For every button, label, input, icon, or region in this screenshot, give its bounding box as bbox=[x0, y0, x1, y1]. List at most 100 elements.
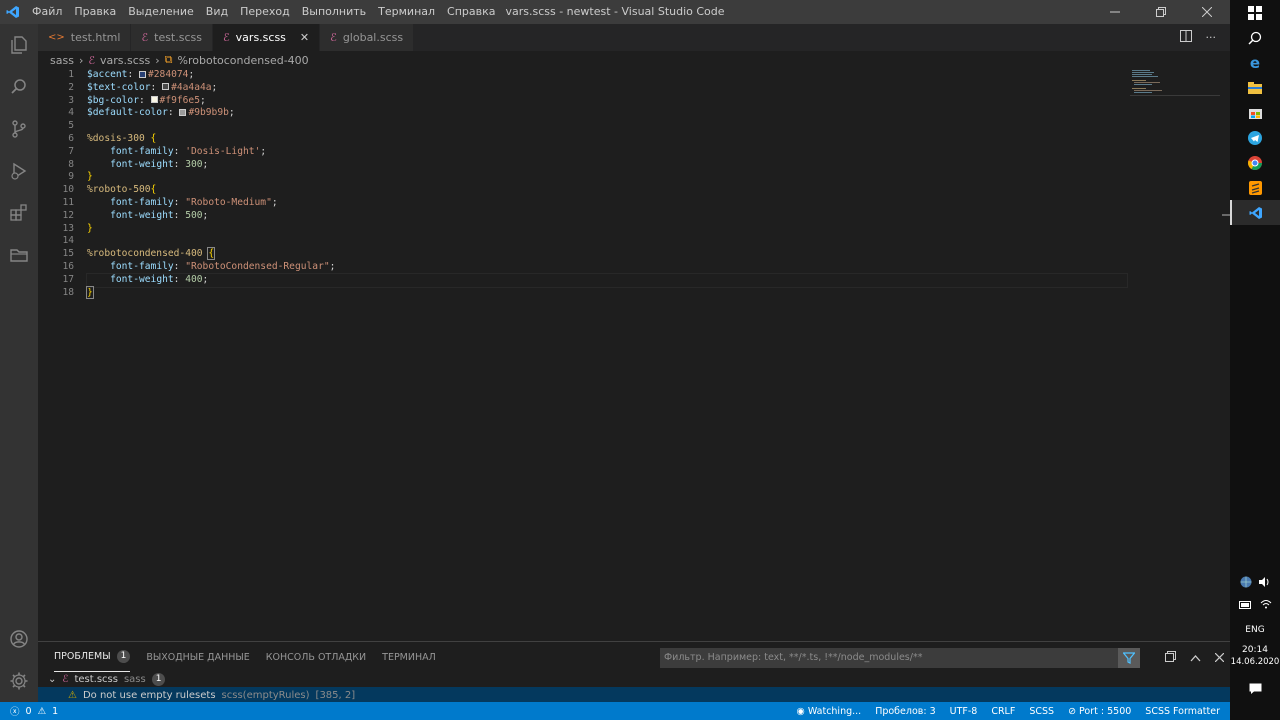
network-globe-icon[interactable] bbox=[1240, 576, 1252, 591]
breadcrumb-file[interactable]: vars.scss bbox=[100, 54, 150, 67]
color-swatch[interactable] bbox=[179, 108, 187, 116]
title-bar: Файл Правка Выделение Вид Переход Выполн… bbox=[0, 0, 1230, 24]
action-center-icon[interactable] bbox=[1230, 676, 1280, 701]
menu-run[interactable]: Выполнить bbox=[296, 0, 372, 24]
line-number: 5 bbox=[68, 120, 74, 132]
more-actions-icon[interactable]: ··· bbox=[1206, 31, 1217, 44]
indentation-status[interactable]: Пробелов: 3 bbox=[875, 706, 935, 717]
sass-file-icon: ℰ bbox=[330, 31, 337, 44]
editor-tabs: <> test.html ℰ test.scss ℰ vars.scss ✕ ℰ… bbox=[38, 24, 1230, 51]
minimize-button[interactable] bbox=[1092, 0, 1138, 24]
line-number: 15 bbox=[62, 248, 74, 260]
warning-count: 1 bbox=[52, 705, 59, 717]
source-control-icon[interactable] bbox=[0, 108, 38, 150]
problems-status[interactable]: ⓧ 0 ⚠ 1 bbox=[0, 704, 59, 719]
clock-date[interactable]: 14.06.2020 bbox=[1230, 656, 1280, 668]
explorer-icon[interactable] bbox=[0, 24, 38, 66]
eol-status[interactable]: CRLF bbox=[991, 706, 1015, 717]
eye-icon: ◉ bbox=[796, 705, 808, 717]
tab-global-scss[interactable]: ℰ global.scss bbox=[320, 24, 415, 51]
search-icon[interactable] bbox=[0, 66, 38, 108]
code-line: font-weight: 300; bbox=[110, 158, 209, 170]
menu-view[interactable]: Вид bbox=[200, 0, 234, 24]
problems-filter-input[interactable]: Фильтр. Например: text, **/*.ts, !**/nod… bbox=[660, 648, 1140, 668]
volume-icon[interactable] bbox=[1258, 576, 1270, 591]
warning-icon: ⚠ bbox=[37, 705, 47, 717]
file-explorer-icon[interactable] bbox=[1230, 75, 1280, 100]
color-swatch[interactable] bbox=[162, 83, 170, 91]
code-line: %dosis-300 { bbox=[87, 132, 157, 144]
vscode-taskbar-icon[interactable] bbox=[1230, 200, 1280, 225]
formatter-status[interactable]: SCSS Formatter bbox=[1145, 706, 1220, 717]
settings-gear-icon[interactable] bbox=[0, 660, 38, 702]
run-debug-icon[interactable] bbox=[0, 150, 38, 192]
bottom-panel: ПРОБЛЕМЫ 1 ВЫХОДНЫЕ ДАННЫЕ КОНСОЛЬ ОТЛАД… bbox=[38, 641, 1230, 703]
live-server-status[interactable]: ⊘ Port : 5500 bbox=[1068, 706, 1131, 717]
input-language[interactable]: ENG bbox=[1230, 616, 1280, 644]
restore-button[interactable] bbox=[1138, 0, 1184, 24]
menu-help[interactable]: Справка bbox=[441, 0, 501, 24]
tab-test-scss[interactable]: ℰ test.scss bbox=[131, 24, 213, 51]
folder-icon[interactable] bbox=[0, 234, 38, 276]
tab-output[interactable]: ВЫХОДНЫЕ ДАННЫЕ bbox=[146, 642, 249, 672]
tab-label: vars.scss bbox=[235, 31, 286, 44]
chrome-icon[interactable] bbox=[1230, 150, 1280, 175]
sass-watching-status[interactable]: ◉ Watching... bbox=[797, 706, 862, 717]
clock-time[interactable]: 20:14 bbox=[1230, 644, 1280, 656]
menu-file[interactable]: Файл bbox=[26, 0, 68, 24]
html-file-icon: <> bbox=[48, 32, 65, 43]
split-editor-icon[interactable] bbox=[1179, 30, 1192, 45]
account-icon[interactable] bbox=[0, 618, 38, 660]
collapse-all-icon[interactable] bbox=[1165, 651, 1176, 665]
tab-debug-console[interactable]: КОНСОЛЬ ОТЛАДКИ bbox=[266, 642, 366, 672]
wifi-icon[interactable] bbox=[1260, 599, 1272, 612]
problem-file-group[interactable]: ⌄ ℰ test.scss sass 1 bbox=[38, 672, 1230, 687]
menu-selection[interactable]: Выделение bbox=[122, 0, 200, 24]
windows-start-icon[interactable] bbox=[1230, 0, 1280, 25]
blocked-icon: ⊘ bbox=[1068, 705, 1080, 717]
edge-icon[interactable]: e bbox=[1230, 50, 1280, 75]
telegram-icon[interactable] bbox=[1230, 125, 1280, 150]
sublime-text-icon[interactable] bbox=[1230, 175, 1280, 200]
tab-vars-scss[interactable]: ℰ vars.scss ✕ bbox=[213, 24, 321, 51]
chevron-right-icon: › bbox=[78, 53, 84, 67]
line-number: 16 bbox=[62, 260, 74, 272]
language-mode-status[interactable]: SCSS bbox=[1029, 706, 1054, 717]
tab-test-html[interactable]: <> test.html bbox=[38, 24, 132, 51]
close-window-button[interactable] bbox=[1184, 0, 1230, 24]
maximize-panel-icon[interactable] bbox=[1190, 652, 1201, 665]
filter-icon[interactable] bbox=[1118, 648, 1140, 668]
error-icon: ⓧ bbox=[10, 707, 20, 718]
battery-icon[interactable] bbox=[1238, 599, 1252, 612]
close-panel-icon[interactable] bbox=[1214, 652, 1225, 665]
color-swatch[interactable] bbox=[150, 96, 158, 104]
search-icon[interactable] bbox=[1230, 25, 1280, 50]
line-number: 6 bbox=[68, 132, 74, 144]
menu-terminal[interactable]: Терминал bbox=[372, 0, 441, 24]
line-number: 7 bbox=[68, 145, 74, 157]
error-count: 0 bbox=[25, 705, 32, 717]
breadcrumb-folder[interactable]: sass bbox=[50, 54, 74, 67]
chevron-right-icon: › bbox=[155, 53, 160, 67]
code-line: %robotocondensed-400 { bbox=[87, 247, 216, 261]
encoding-status[interactable]: UTF-8 bbox=[950, 706, 978, 717]
code-editor[interactable]: 1 2 3 4 5 6 7 8 9 10 11 12 13 14 15 16 1… bbox=[38, 69, 1230, 641]
menu-bar: Файл Правка Выделение Вид Переход Выполн… bbox=[26, 0, 502, 24]
minimap[interactable] bbox=[1130, 69, 1220, 99]
breadcrumb-symbol[interactable]: %robotocondensed-400 bbox=[178, 54, 309, 67]
problem-message: Do not use empty rulesets bbox=[82, 689, 216, 701]
menu-go[interactable]: Переход bbox=[234, 0, 296, 24]
close-tab-icon[interactable]: ✕ bbox=[300, 31, 309, 44]
menu-edit[interactable]: Правка bbox=[68, 0, 122, 24]
line-number: 13 bbox=[62, 222, 74, 234]
vscode-logo-icon bbox=[0, 0, 26, 24]
color-swatch[interactable] bbox=[139, 70, 146, 78]
problem-item[interactable]: ⚠ Do not use empty rulesets scss(emptyRu… bbox=[38, 687, 1230, 703]
windows-taskbar: e ENG 20:14 14.06.2020 bbox=[1230, 0, 1280, 720]
tab-problems[interactable]: ПРОБЛЕМЫ 1 bbox=[54, 642, 131, 672]
tab-terminal[interactable]: ТЕРМИНАЛ bbox=[382, 642, 436, 672]
tab-label: ПРОБЛЕМЫ bbox=[54, 651, 111, 662]
store-icon[interactable] bbox=[1230, 100, 1280, 125]
line-number: 4 bbox=[68, 107, 74, 119]
extensions-icon[interactable] bbox=[0, 192, 38, 234]
